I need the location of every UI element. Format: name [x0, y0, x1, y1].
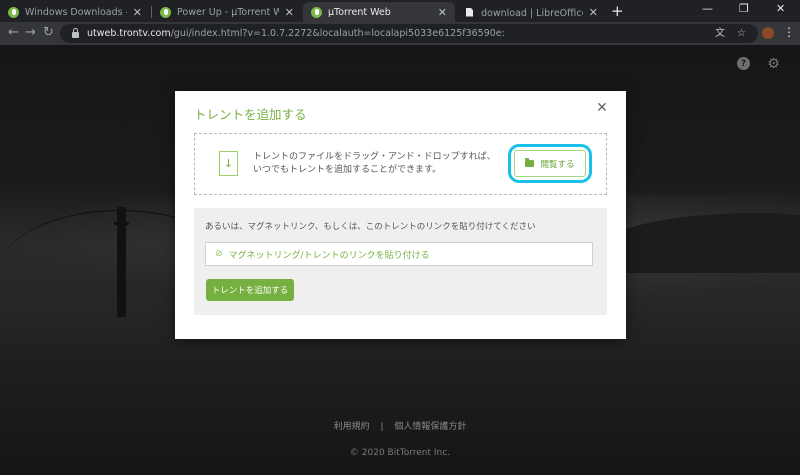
- tab-utorrent-web[interactable]: µTorrent Web ✕: [303, 2, 455, 22]
- tab-close-icon[interactable]: ✕: [438, 6, 447, 19]
- utorrent-icon: [160, 6, 171, 18]
- magnet-link-input[interactable]: ⊘ マグネットリング/トレントのリンクを貼り付ける: [205, 242, 593, 266]
- tab-close-icon[interactable]: ✕: [133, 6, 142, 19]
- window-close-icon[interactable]: ✕: [776, 2, 785, 15]
- url-path: /gui/index.html?v=1.0.7.2272&localauth=l…: [170, 28, 505, 39]
- back-arrow-icon[interactable]: ←: [8, 25, 19, 41]
- browse-button[interactable]: 閲覧する: [514, 150, 586, 177]
- magnet-link-section: あるいは、マグネットリンク、もしくは、このトレントのリンクを貼り付けてください …: [194, 208, 607, 315]
- magnet-link-instructions: あるいは、マグネットリンク、もしくは、このトレントのリンクを貼り付けてください: [205, 222, 536, 232]
- tab-close-icon[interactable]: ✕: [285, 6, 294, 19]
- tab-title: Power Up - µTorrent Web: [177, 6, 279, 18]
- copyright-text: © 2020 BitTorrent Inc.: [349, 448, 451, 458]
- browser-toolbar: ← → ↻ utweb.trontv.com /gui/index.html?v…: [0, 22, 800, 45]
- drop-instructions: トレントのファイルをドラッグ・アンド・ドロップすれば、 いつでもトレントを追加す…: [253, 151, 496, 177]
- document-icon: [464, 7, 475, 18]
- footer-links: 利用規約 | 個人情報保護方針: [0, 419, 800, 432]
- download-file-icon: ↓: [219, 151, 238, 176]
- profile-avatar[interactable]: [762, 27, 774, 39]
- new-tab-button[interactable]: +: [611, 3, 624, 19]
- tab-title: µTorrent Web: [328, 6, 391, 18]
- restore-icon[interactable]: ❐: [739, 2, 749, 15]
- privacy-link[interactable]: 個人情報保護方針: [394, 422, 466, 432]
- tab-power-up[interactable]: Power Up - µTorrent Web ✕: [152, 2, 302, 22]
- folder-icon: [525, 158, 535, 167]
- background-bridge-tower: [114, 207, 129, 317]
- link-icon: ⊘: [215, 249, 223, 259]
- tab-close-icon[interactable]: ✕: [589, 6, 598, 19]
- tab-title: download | LibreOffice - オフィスス: [481, 8, 583, 19]
- minimize-icon[interactable]: —: [702, 2, 713, 15]
- forward-arrow-icon[interactable]: →: [25, 25, 36, 41]
- address-bar[interactable]: utweb.trontv.com /gui/index.html?v=1.0.7…: [60, 24, 758, 43]
- url-host: utweb.trontv.com: [87, 28, 171, 39]
- utorrent-icon: [311, 6, 322, 18]
- tab-title: Windows Downloads - µTorrent®: [25, 6, 127, 18]
- translate-icon[interactable]: 文: [715, 24, 725, 43]
- file-drop-zone[interactable]: ↓ トレントのファイルをドラッグ・アンド・ドロップすれば、 いつでもトレントを追…: [194, 133, 607, 195]
- dialog-title: トレントを追加する: [194, 107, 307, 122]
- magnet-link-placeholder: マグネットリング/トレントのリンクを貼り付ける: [228, 250, 430, 261]
- close-icon[interactable]: ✕: [593, 99, 611, 117]
- bookmark-star-icon[interactable]: ☆: [737, 24, 746, 43]
- add-torrent-button[interactable]: トレントを追加する: [206, 279, 294, 301]
- add-torrent-dialog: トレントを追加する ✕ ↓ トレントのファイルをドラッグ・アンド・ドロップすれば…: [175, 91, 626, 339]
- utorrent-icon: [8, 6, 19, 18]
- reload-icon[interactable]: ↻: [43, 25, 54, 41]
- footer-separator: |: [380, 422, 384, 432]
- lock-icon: [72, 28, 79, 38]
- browser-menu-icon[interactable]: ⋮: [783, 25, 795, 39]
- tab-windows-downloads[interactable]: Windows Downloads - µTorrent® ✕: [0, 2, 150, 22]
- help-icon[interactable]: ?: [737, 57, 750, 70]
- browse-button-label: 閲覧する: [540, 159, 575, 170]
- tab-libreoffice-download[interactable]: download | LibreOffice - オフィスス ✕: [456, 2, 606, 22]
- terms-link[interactable]: 利用規約: [334, 422, 370, 432]
- browser-tab-strip: Windows Downloads - µTorrent® ✕ Power Up…: [0, 0, 800, 22]
- drop-instructions-line1: トレントのファイルをドラッグ・アンド・ドロップすれば、: [253, 152, 496, 162]
- drop-instructions-line2: いつでもトレントを追加することができます。: [253, 165, 442, 175]
- gear-icon[interactable]: ⚙: [767, 56, 780, 72]
